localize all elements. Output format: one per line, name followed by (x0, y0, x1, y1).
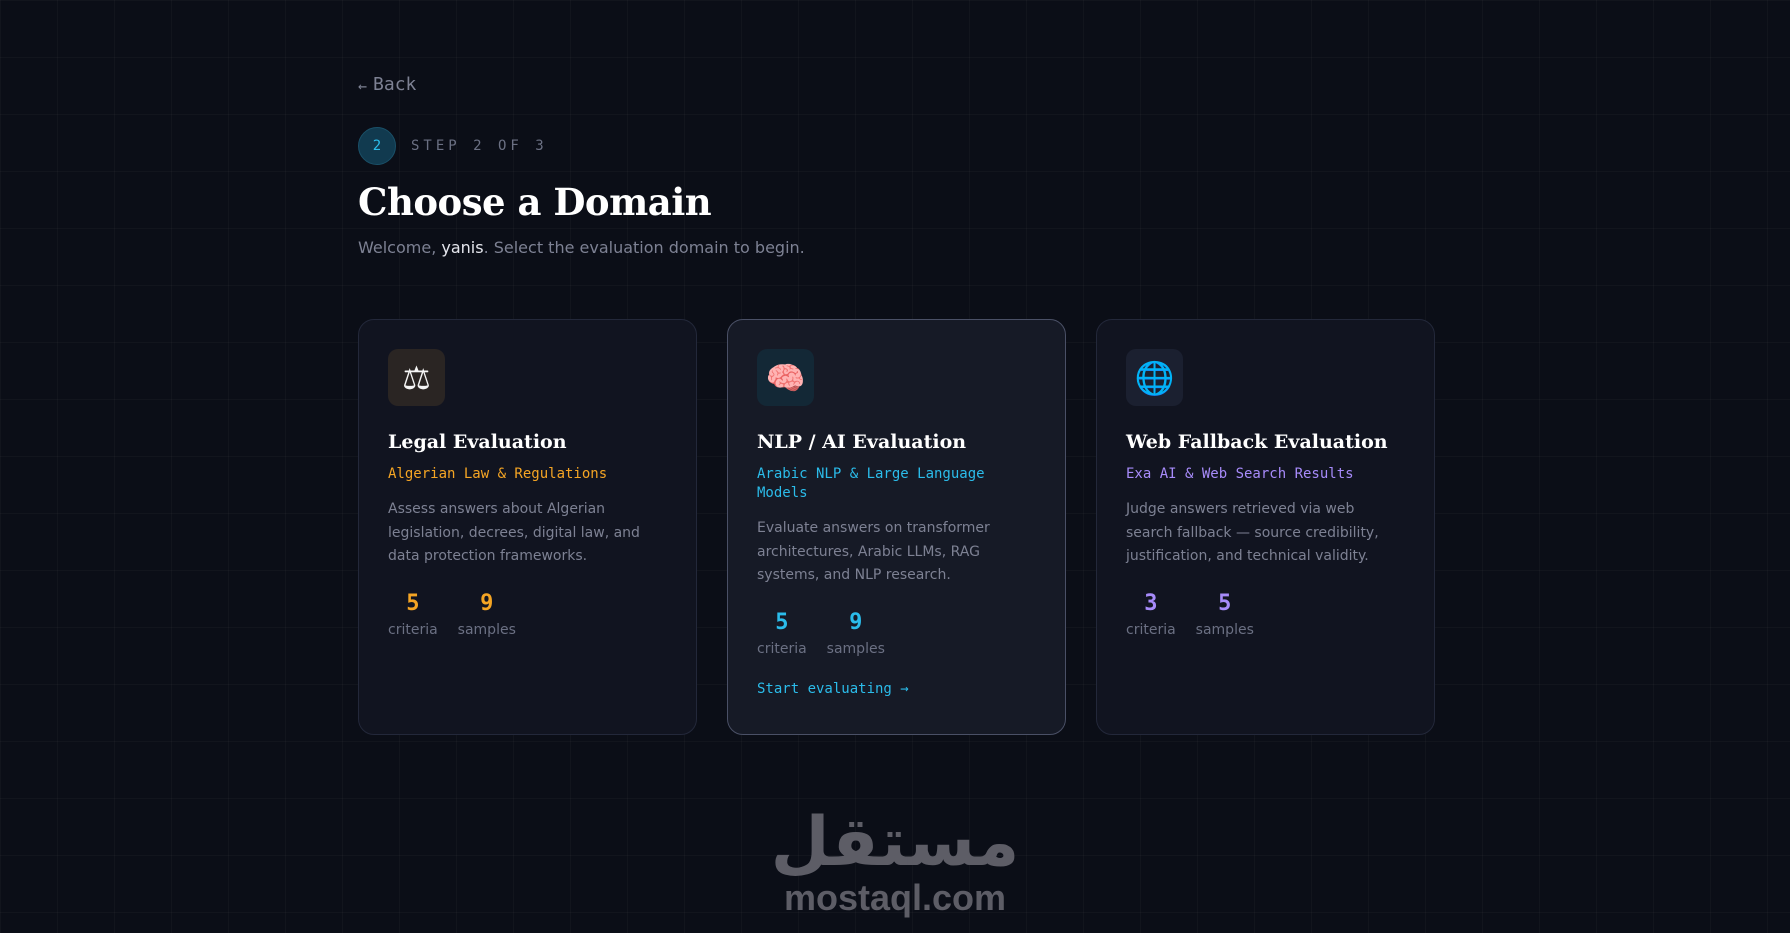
card-subtitle: Algerian Law & Regulations (388, 466, 608, 482)
card-subtitle: Exa AI & Web Search Results (1126, 466, 1354, 482)
card-subtitle: Arabic NLP & Large Language Models (757, 466, 985, 501)
watermark-latin: mostaql.com (783, 877, 1007, 918)
domain-card-nlp[interactable]: 🧠 NLP / AI Evaluation Arabic NLP & Large… (727, 319, 1066, 735)
card-title: NLP / AI Evaluation (757, 431, 967, 453)
watermark-arabic: مستقل (770, 803, 1020, 882)
card-title: Web Fallback Evaluation (1126, 431, 1388, 453)
card-stats: 3 criteria 5 samples (1126, 591, 1405, 638)
stat-value: 3 (1144, 590, 1158, 616)
stat-samples: 5 samples (1196, 591, 1254, 638)
stat-label: samples (1195, 621, 1254, 638)
stat-criteria: 5 criteria (388, 591, 438, 638)
stat-value: 9 (480, 590, 494, 616)
card-description: Assess answers about Algerian legislatio… (388, 501, 640, 564)
domain-cards: ⚖ Legal Evaluation Algerian Law & Regula… (358, 319, 1435, 735)
username: yanis (441, 238, 484, 257)
subtitle-prefix: Welcome, (358, 238, 442, 257)
stat-criteria: 5 criteria (757, 610, 807, 657)
domain-card-web[interactable]: 🌐 Web Fallback Evaluation Exa AI & Web S… (1096, 319, 1435, 735)
stat-value: 5 (406, 590, 420, 616)
card-description: Judge answers retrieved via web search f… (1126, 501, 1379, 564)
back-label: Back (373, 74, 417, 95)
back-arrow-icon: ← (358, 77, 368, 95)
globe-icon: 🌐 (1126, 349, 1183, 406)
subtitle-suffix: . Select the evaluation domain to begin. (483, 238, 805, 257)
stat-value: 5 (775, 609, 789, 635)
watermark-logo: مستقل mostaql.com (0, 808, 1790, 918)
page-title: Choose a Domain (358, 180, 712, 224)
step-label: STEP 2 OF 3 (411, 138, 548, 154)
stat-label: samples (826, 640, 885, 657)
back-link[interactable]: ← Back (358, 74, 416, 95)
page-subtitle: Welcome, yanis. Select the evaluation do… (358, 238, 805, 257)
stat-label: criteria (388, 621, 438, 638)
step-indicator: 2 STEP 2 OF 3 (358, 127, 548, 165)
start-evaluating-link[interactable]: Start evaluating → (757, 681, 1036, 697)
step-badge: 2 (358, 127, 396, 165)
card-stats: 5 criteria 9 samples (757, 610, 1036, 657)
stat-label: samples (457, 621, 516, 638)
card-stats: 5 criteria 9 samples (388, 591, 667, 638)
brain-icon: 🧠 (757, 349, 814, 406)
stat-samples: 9 samples (827, 610, 885, 657)
stat-value: 5 (1218, 590, 1232, 616)
card-title: Legal Evaluation (388, 431, 567, 453)
stat-label: criteria (1126, 621, 1176, 638)
stat-value: 9 (849, 609, 863, 635)
scales-icon: ⚖ (388, 349, 445, 406)
stat-samples: 9 samples (458, 591, 516, 638)
stat-label: criteria (757, 640, 807, 657)
domain-card-legal[interactable]: ⚖ Legal Evaluation Algerian Law & Regula… (358, 319, 697, 735)
stat-criteria: 3 criteria (1126, 591, 1176, 638)
card-description: Evaluate answers on transformer architec… (757, 520, 990, 583)
